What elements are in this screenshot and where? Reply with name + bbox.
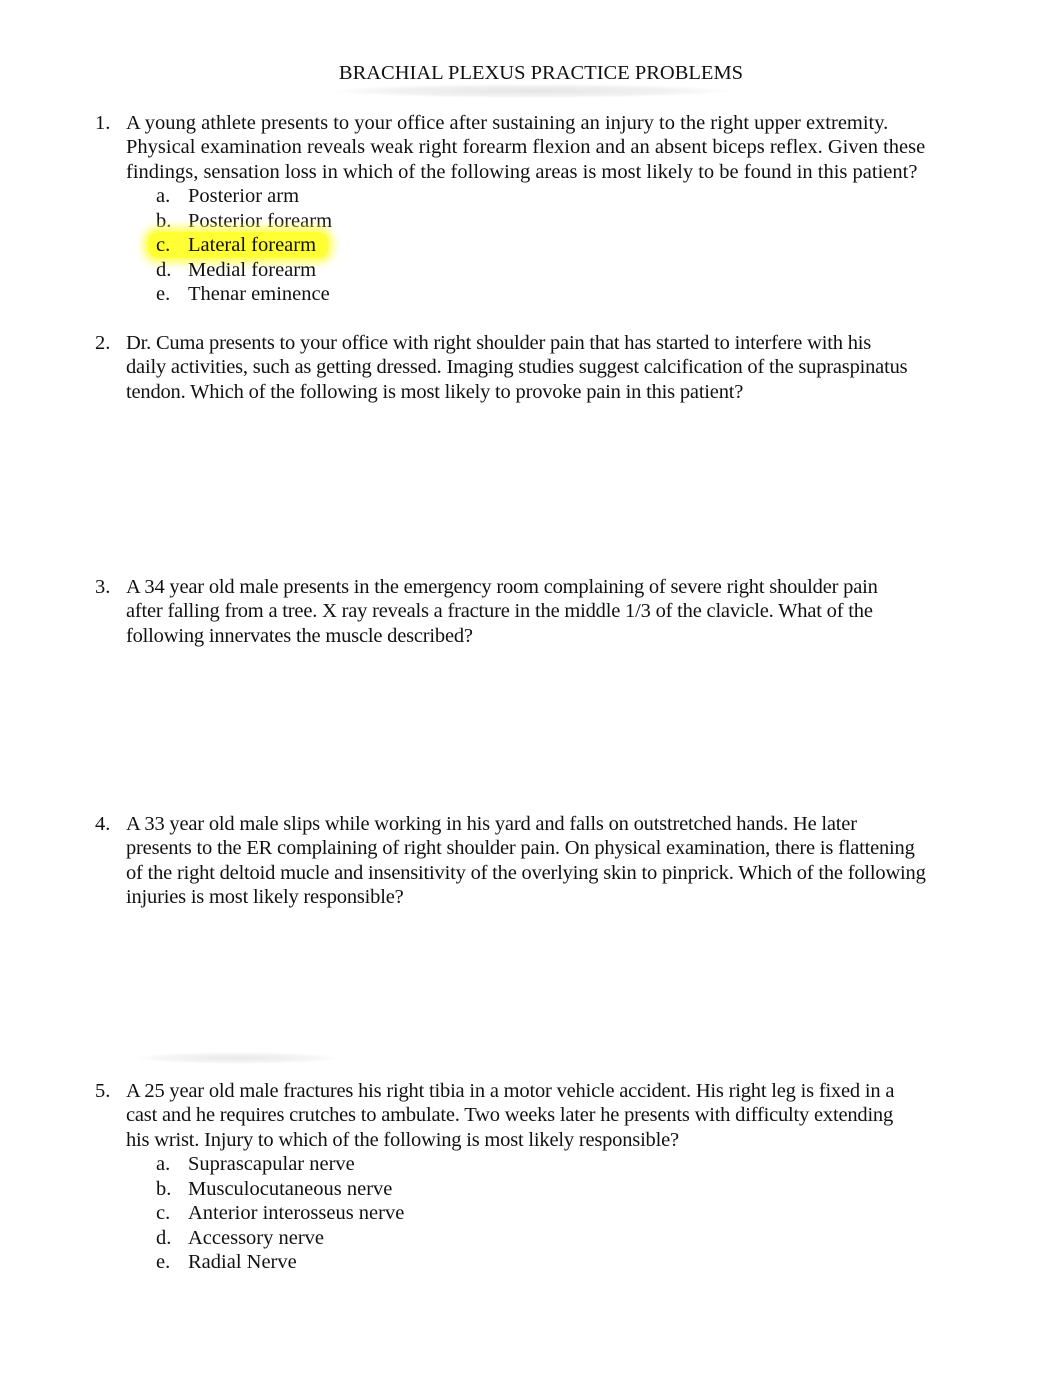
page-title: BRACHIAL PLEXUS PRACTICE PROBLEMS: [338, 62, 744, 84]
option-text: Posterior forearm: [188, 209, 333, 232]
option-letter: b.: [156, 1177, 172, 1200]
question-5: 5. A 25 year old male fractures his righ…: [95, 1079, 975, 1275]
question-number: 5.: [95, 1080, 111, 1102]
question-text-line: Physical examination reveals weak right …: [126, 136, 926, 159]
answer-option: d. Accessory nerve: [156, 1226, 975, 1251]
option-text: Musculocutaneous nerve: [188, 1177, 393, 1200]
answer-option: b. Posterior forearm: [156, 209, 975, 234]
answer-option: e. Thenar eminence: [156, 282, 975, 307]
scan-shadow: [335, 84, 730, 98]
question-text-line: following innervates the muscle describe…: [126, 624, 473, 647]
question-text-line: tendon. Which of the following is most l…: [126, 380, 744, 403]
question-number: 1.: [95, 112, 111, 134]
question-3: 3. A 34 year old male presents in the em…: [95, 575, 975, 648]
question-text-line: presents to the ER complaining of right …: [126, 837, 915, 860]
scan-shadow: [135, 1052, 340, 1064]
question-text-line: A 34 year old male presents in the emerg…: [126, 576, 878, 598]
option-text: Radial Nerve: [188, 1251, 297, 1274]
answer-option: a. Posterior arm: [156, 184, 975, 209]
answer-options: a. Suprascapular nerve b. Musculocutaneo…: [95, 1152, 975, 1275]
answer-option: d. Medial forearm: [156, 258, 975, 283]
option-text: Suprascapular nerve: [188, 1153, 355, 1176]
question-text-line: of the right deltoid mucle and insensiti…: [126, 861, 926, 884]
option-text: Lateral forearm: [188, 234, 317, 257]
question-text-line: A young athlete presents to your office …: [126, 112, 889, 134]
option-letter: a.: [156, 185, 171, 208]
question-number: 2.: [95, 332, 111, 354]
answer-option: a. Suprascapular nerve: [156, 1152, 975, 1177]
question-text-line: findings, sensation loss in which of the…: [126, 160, 918, 183]
question-text-line: Dr. Cuma presents to your office with ri…: [126, 332, 872, 354]
question-text-line: cast and he requires crutches to ambulat…: [126, 1104, 894, 1127]
answer-option-highlighted: c. Lateral forearm: [148, 232, 975, 259]
option-text: Posterior arm: [188, 185, 300, 208]
option-text: Medial forearm: [188, 258, 317, 281]
question-text-line: injuries is most likely responsible?: [126, 886, 404, 909]
answer-option: b. Musculocutaneous nerve: [156, 1177, 975, 1202]
question-1: 1. A young athlete presents to your offi…: [95, 111, 975, 307]
answer-option: c. Anterior interosseus nerve: [156, 1201, 975, 1226]
answer-options: a. Posterior arm b. Posterior forearm c.…: [95, 184, 975, 307]
question-number: 3.: [95, 576, 111, 598]
question-text-line: A 33 year old male slips while working i…: [126, 813, 857, 835]
question-4: 4. A 33 year old male slips while workin…: [95, 812, 975, 910]
option-letter: e.: [156, 283, 171, 306]
question-text-line: his wrist. Injury to which of the follow…: [126, 1128, 679, 1151]
option-letter: d.: [156, 258, 172, 281]
question-text-line: daily activities, such as getting dresse…: [126, 356, 908, 379]
question-text-line: after falling from a tree. X ray reveals…: [126, 600, 873, 623]
option-letter: c.: [156, 234, 171, 257]
option-letter: d.: [156, 1226, 172, 1249]
option-letter: b.: [156, 209, 172, 232]
question-2: 2. Dr. Cuma presents to your office with…: [95, 331, 975, 404]
question-number: 4.: [95, 813, 111, 835]
option-letter: e.: [156, 1251, 171, 1274]
answer-option: e. Radial Nerve: [156, 1250, 975, 1275]
option-letter: a.: [156, 1153, 171, 1176]
option-letter: c.: [156, 1202, 171, 1225]
option-text: Thenar eminence: [188, 283, 330, 306]
option-text: Anterior interosseus nerve: [188, 1202, 405, 1225]
option-text: Accessory nerve: [188, 1226, 325, 1249]
question-text-line: A 25 year old male fractures his right t…: [126, 1080, 895, 1102]
